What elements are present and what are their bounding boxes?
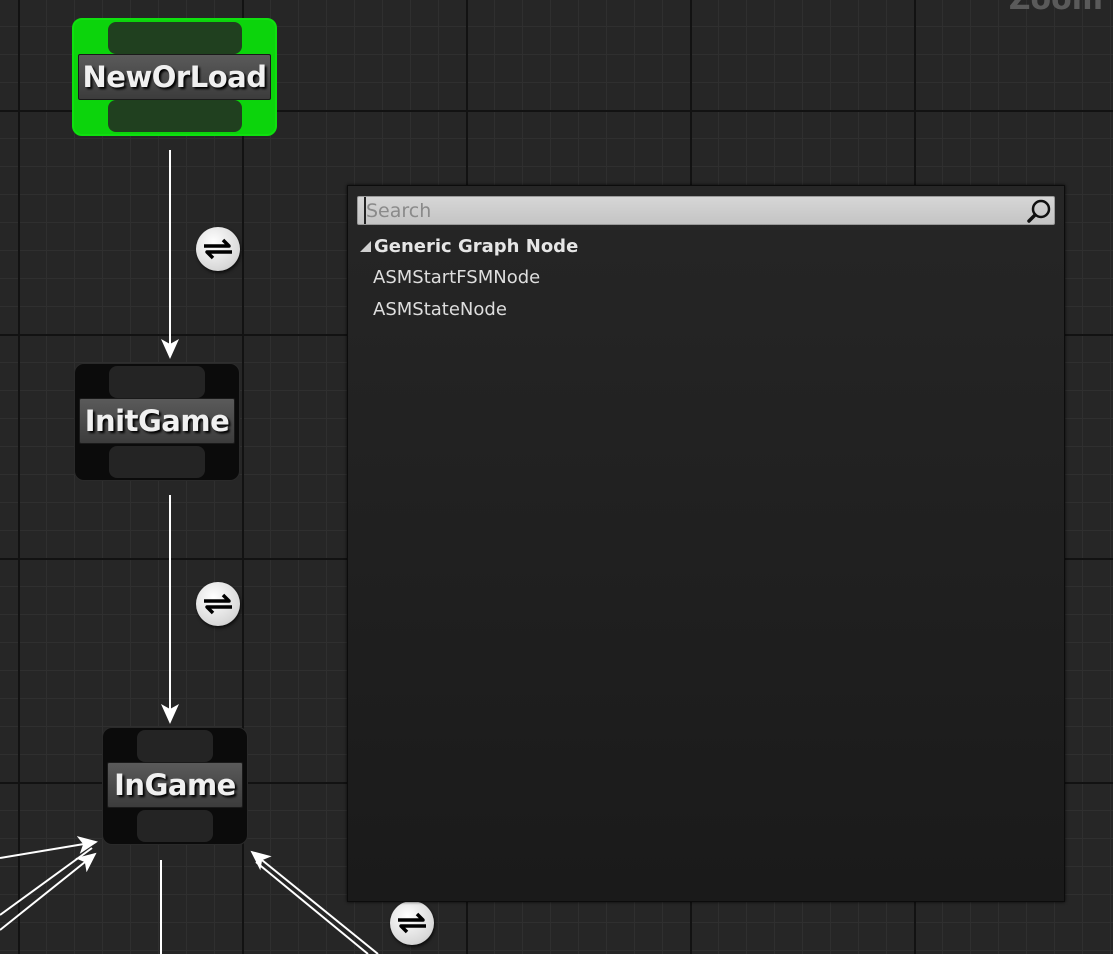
state-node-neworload[interactable]: NewOrLoad: [72, 18, 277, 136]
graph-canvas[interactable]: Zoom NewOrLoad InitGame: [0, 0, 1113, 954]
wire-incoming-left-3[interactable]: [0, 852, 97, 931]
node-title[interactable]: InGame: [107, 762, 243, 808]
transition-arrows-icon[interactable]: [196, 582, 240, 626]
node-input-pin[interactable]: [107, 22, 242, 54]
node-input-pin[interactable]: [137, 730, 213, 762]
node-title[interactable]: InitGame: [79, 398, 235, 444]
transition-arrows-icon[interactable]: [390, 901, 434, 945]
search-input[interactable]: [364, 197, 1016, 224]
menu-item-asmstatenode[interactable]: ASMStateNode: [373, 297, 515, 323]
node-input-pin[interactable]: [109, 366, 205, 398]
node-output-pin[interactable]: [137, 810, 213, 842]
state-node-initgame[interactable]: InitGame: [74, 363, 240, 481]
node-output-pin[interactable]: [107, 100, 242, 132]
menu-item-asmstartfsmnode[interactable]: ASMStartFSMNode: [373, 265, 548, 291]
add-node-context-menu[interactable]: Generic Graph Node ASMStartFSMNode ASMSt…: [347, 185, 1065, 902]
node-output-pin[interactable]: [109, 446, 205, 478]
expanded-triangle-icon[interactable]: [357, 238, 373, 254]
magnifier-icon[interactable]: [1026, 198, 1052, 224]
state-node-ingame[interactable]: InGame: [102, 727, 248, 845]
category-label: Generic Graph Node: [374, 235, 579, 257]
node-title[interactable]: NewOrLoad: [78, 54, 271, 100]
category-generic-graph-node[interactable]: Generic Graph Node: [357, 233, 578, 259]
search-box[interactable]: [357, 196, 1055, 225]
wire-incoming-left-2[interactable]: [0, 847, 93, 916]
transition-arrows-icon[interactable]: [196, 227, 240, 271]
